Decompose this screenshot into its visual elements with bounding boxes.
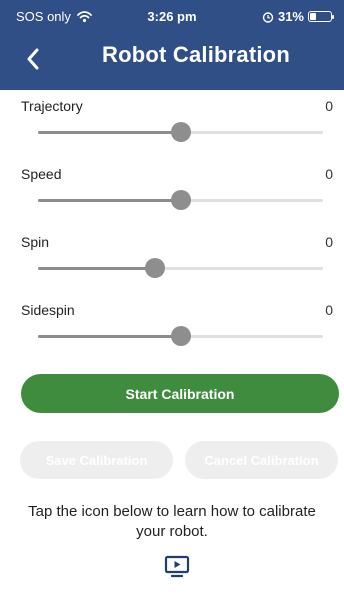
slider-label: Sidespin [21,302,75,318]
slider-track[interactable] [38,326,323,346]
help-text: Tap the icon below to learn how to calib… [28,503,316,540]
secondary-actions: Save Calibration Cancel Calibration [20,441,338,479]
slider-thumb[interactable] [170,326,191,346]
start-calibration-button[interactable]: Start Calibration [21,374,339,413]
chevron-left-icon [27,48,39,70]
page-title: Robot Calibration [102,42,290,67]
slider-label: Spin [21,234,50,250]
video-tutorial-button[interactable] [162,553,192,581]
slider-sidespin: Sidespin 0 [0,296,344,364]
robot-calibration-screen: SOS only 3:26 pm 31% Robot Calibration T… [0,0,344,605]
slider-value: 0 [325,98,333,114]
status-bar: SOS only 3:26 pm 31% [0,0,344,34]
battery-icon [308,11,334,22]
slider-spin: Spin 0 [0,228,344,296]
cancel-calibration-button[interactable]: Cancel Calibration [185,441,338,479]
slider-track[interactable] [38,190,323,210]
status-right: 31% [262,9,334,24]
alarm-icon [262,11,274,23]
slider-fill [38,335,181,338]
slider-thumb[interactable] [170,122,191,142]
slider-value: 0 [325,166,333,182]
video-play-icon [164,555,190,578]
slider-trajectory: Trajectory 0 [0,92,344,160]
slider-fill [38,131,181,134]
slider-thumb[interactable] [144,258,165,278]
slider-fill [38,267,155,270]
slider-fill [38,199,181,202]
slider-speed: Speed 0 [0,160,344,228]
slider-track[interactable] [38,122,323,142]
slider-label: Speed [21,166,62,182]
battery-percent: 31% [277,9,304,24]
slider-label: Trajectory [21,98,83,114]
calibration-sliders: Trajectory 0 Speed 0 Spin 0 Sidespin 0 [0,92,344,364]
slider-track[interactable] [38,258,323,278]
app-header: SOS only 3:26 pm 31% Robot Calibration [0,0,344,90]
slider-value: 0 [325,234,333,250]
battery-fill [310,13,316,20]
save-calibration-button[interactable]: Save Calibration [20,441,173,479]
nav-bar: Robot Calibration [0,36,344,82]
back-button[interactable] [18,44,48,74]
slider-thumb[interactable] [170,190,191,210]
slider-value: 0 [325,302,333,318]
